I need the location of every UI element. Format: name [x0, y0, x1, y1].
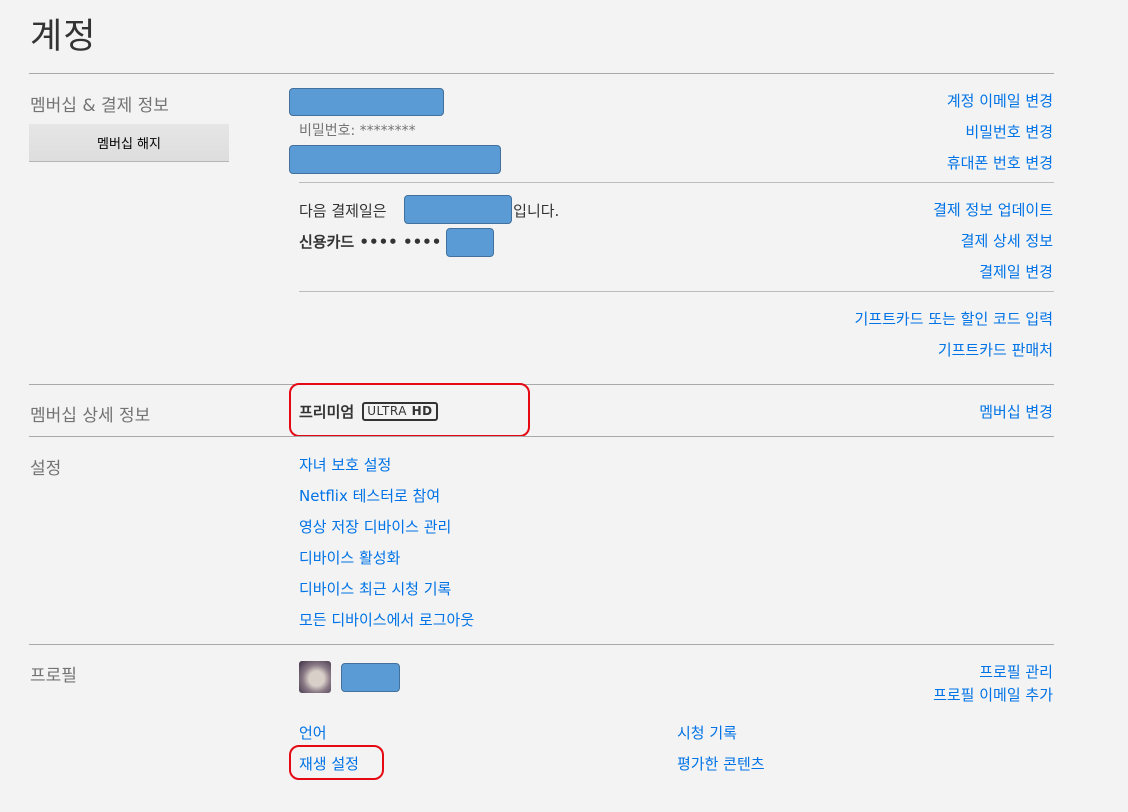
divider — [299, 182, 1054, 183]
test-participation-link[interactable]: Netflix 테스터로 참여 — [299, 485, 440, 506]
change-phone-link[interactable]: 휴대폰 번호 변경 — [947, 152, 1053, 173]
redacted-card-digits — [446, 228, 494, 257]
ratings-link[interactable]: 평가한 콘텐츠 — [677, 753, 765, 774]
gift-card-retailers-link[interactable]: 기프트카드 판매처 — [938, 339, 1053, 360]
next-billing-prefix: 다음 결제일은 — [299, 202, 392, 220]
settings-title: 설정 — [30, 459, 62, 479]
language-link[interactable]: 언어 — [299, 722, 327, 743]
billing-details-link[interactable]: 결제 상세 정보 — [961, 230, 1053, 251]
divider — [29, 73, 1054, 74]
cancel-membership-button[interactable]: 멤버십 해지 — [29, 124, 229, 161]
viewing-activity-link[interactable]: 시청 기록 — [677, 722, 737, 743]
highlight-box — [289, 745, 384, 780]
redacted-phone — [289, 145, 501, 174]
add-profile-email-link[interactable]: 프로필 이메일 추가 — [933, 684, 1053, 705]
sign-out-all-devices-link[interactable]: 모든 디바이스에서 로그아웃 — [299, 609, 474, 630]
plan-details-title: 멤버십 상세 정보 — [30, 406, 151, 426]
change-plan-link[interactable]: 멤버십 변경 — [979, 401, 1053, 422]
recent-device-streaming-link[interactable]: 디바이스 최근 시청 기록 — [299, 578, 451, 599]
highlight-box — [289, 383, 530, 437]
redacted-email — [289, 88, 444, 116]
page-title: 계정 — [30, 17, 97, 57]
update-payment-link[interactable]: 결제 정보 업데이트 — [933, 199, 1053, 220]
manage-profiles-link[interactable]: 프로필 관리 — [979, 661, 1053, 682]
change-billing-day-link[interactable]: 결제일 변경 — [979, 261, 1053, 282]
change-email-link[interactable]: 계정 이메일 변경 — [947, 90, 1053, 111]
password-text: 비밀번호: ******** — [299, 123, 416, 139]
parental-controls-link[interactable]: 자녀 보호 설정 — [299, 454, 391, 475]
redeem-gift-card-link[interactable]: 기프트카드 또는 할인 코드 입력 — [855, 308, 1053, 329]
change-password-link[interactable]: 비밀번호 변경 — [965, 121, 1053, 142]
divider — [29, 644, 1054, 645]
redacted-profile-name — [341, 663, 400, 692]
divider — [29, 436, 1054, 437]
divider — [299, 291, 1054, 292]
profile-title: 프로필 — [30, 666, 77, 686]
manage-download-devices-link[interactable]: 영상 저장 디바이스 관리 — [299, 516, 451, 537]
redacted-billing-date — [404, 195, 512, 224]
activate-device-link[interactable]: 디바이스 활성화 — [299, 547, 400, 568]
avatar[interactable] — [299, 661, 331, 693]
divider — [29, 384, 1054, 385]
membership-billing-title: 멤버십 & 결제 정보 — [30, 96, 169, 116]
